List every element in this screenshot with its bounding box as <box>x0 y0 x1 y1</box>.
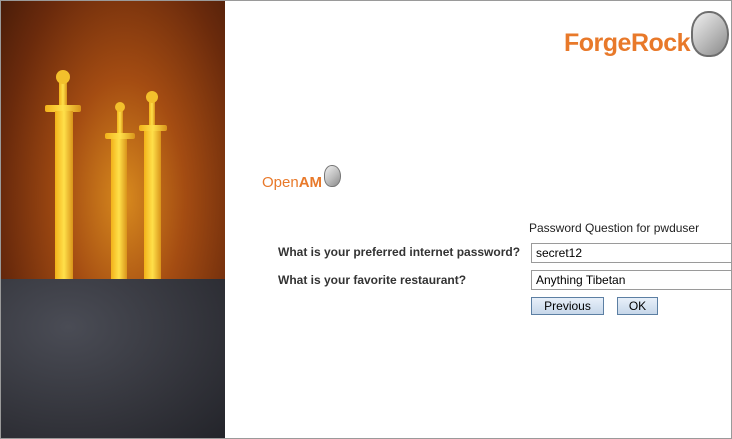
question-1-answer-input[interactable] <box>531 243 731 263</box>
forgerock-stone-icon <box>691 11 729 57</box>
product-open: Open <box>262 174 299 191</box>
forgerock-logo-text: ForgeRock <box>564 29 691 58</box>
product-am: AM <box>298 174 323 191</box>
swords-in-rock-image <box>1 1 225 438</box>
question-2-answer-input[interactable] <box>531 270 731 290</box>
previous-button[interactable]: Previous <box>531 297 604 315</box>
rock-ground <box>1 279 225 438</box>
logo-forge: Forge <box>564 29 631 57</box>
ok-button[interactable]: OK <box>617 297 658 315</box>
openam-logo-text: OpenAM <box>262 174 322 191</box>
question-1-label: What is your preferred internet password… <box>278 245 521 259</box>
form-title: Password Question for pwduser <box>529 221 700 235</box>
question-2-label: What is your favorite restaurant? <box>278 273 467 287</box>
login-frame: ForgeRock OpenAM Password Question for p… <box>0 0 732 439</box>
logo-rock: Rock <box>630 29 691 57</box>
openam-stone-icon <box>324 165 341 187</box>
